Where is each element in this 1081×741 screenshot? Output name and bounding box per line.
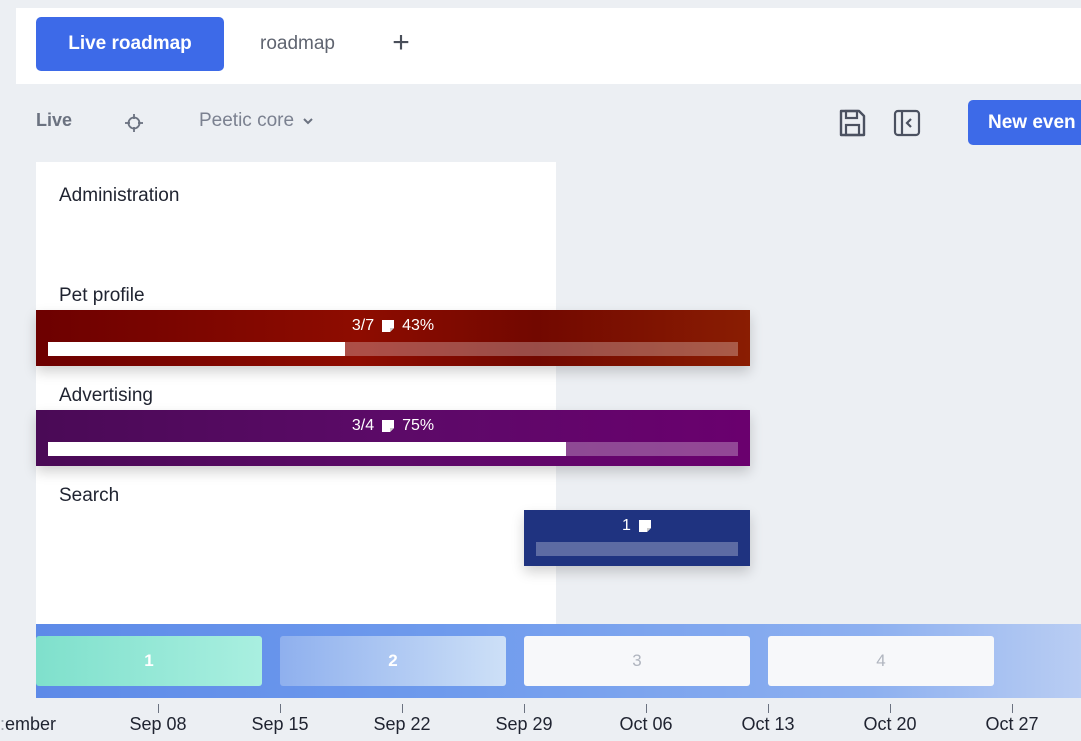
axis-tick (1012, 704, 1013, 713)
epic-bar-pet-profile[interactable]: 3/7 43% (36, 310, 750, 366)
tab-bar: Live roadmap roadmap + (16, 8, 1081, 84)
progress-count: 3/7 (351, 317, 375, 334)
progress-track (48, 342, 738, 356)
tab-live-roadmap[interactable]: Live roadmap (36, 17, 224, 71)
add-tab-button[interactable]: + (386, 25, 416, 61)
progress-percent: 43% (402, 317, 435, 334)
progress-fill (48, 442, 566, 456)
axis-label-partial: :ember (0, 714, 57, 734)
sprint-4[interactable]: 4 (768, 636, 994, 686)
axis-tick (646, 704, 647, 713)
axis-label: Sep 22 (373, 714, 431, 734)
epic-bar-header: 3/4 75% (36, 417, 750, 435)
sprint-strip: 1 2 3 4 (36, 624, 1081, 698)
sprint-2[interactable]: 2 (280, 636, 506, 686)
epic-bar-advertising[interactable]: 3/4 75% (36, 410, 750, 466)
collapse-panel-icon[interactable] (892, 108, 922, 138)
group-label-search: Search (59, 485, 120, 506)
progress-count: 3/4 (351, 417, 375, 434)
save-icon[interactable] (836, 107, 868, 139)
note-icon (382, 420, 395, 432)
axis-label-first: ember (5, 714, 57, 734)
progress-fill (48, 342, 345, 356)
progress-track (48, 442, 738, 456)
axis-tick (402, 704, 403, 713)
axis-tick (890, 704, 891, 713)
crosshair-icon[interactable] (124, 113, 144, 133)
axis-label: Sep 15 (251, 714, 309, 734)
group-label-advertising: Advertising (59, 385, 153, 406)
note-icon (382, 320, 395, 332)
timeline-axis: :ember Sep 08 Sep 15 Sep 22 Sep 29 Oct 0… (0, 700, 1081, 741)
mode-label: Live (36, 110, 73, 130)
axis-tick (280, 704, 281, 713)
axis-label: Oct 06 (619, 714, 673, 734)
epic-bar-header: 3/7 43% (36, 317, 750, 335)
axis-label: Oct 20 (863, 714, 917, 734)
axis-label: Oct 13 (741, 714, 795, 734)
axis-tick (768, 704, 769, 713)
epic-bar-header: 1 (524, 517, 750, 535)
axis-label: Sep 08 (129, 714, 187, 734)
new-event-button[interactable]: New even (968, 100, 1081, 145)
progress-track (536, 542, 738, 556)
epic-bar-search[interactable]: 1 (524, 510, 750, 566)
project-dropdown[interactable]: Peetic core (199, 110, 314, 132)
note-icon (638, 520, 651, 532)
group-label-pet-profile: Pet profile (59, 285, 145, 306)
group-label-administration: Administration (59, 185, 180, 206)
axis-tick (158, 704, 159, 713)
sprint-1[interactable]: 1 (36, 636, 262, 686)
sprint-3[interactable]: 3 (524, 636, 750, 686)
progress-percent: 75% (402, 417, 435, 434)
axis-label: Oct 27 (985, 714, 1039, 734)
axis-tick (524, 704, 525, 713)
tab-roadmap[interactable]: roadmap (260, 17, 335, 71)
progress-count: 1 (622, 517, 631, 534)
project-dropdown-label: Peetic core (199, 110, 295, 131)
axis-label: Sep 29 (495, 714, 553, 734)
chevron-down-icon (303, 118, 313, 125)
